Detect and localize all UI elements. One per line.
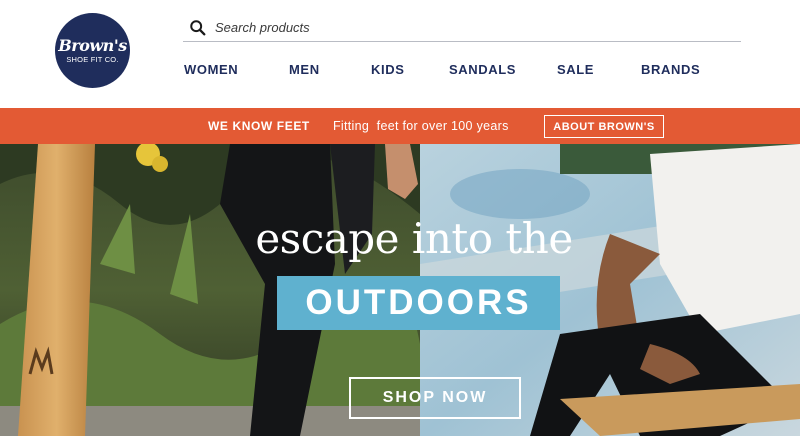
shop-now-button[interactable]: SHOP NOW [349, 377, 521, 419]
logo-tagline: SHOE FIT CO. [66, 54, 119, 64]
nav-item-kids[interactable]: KIDS [371, 62, 404, 77]
nav-item-sale[interactable]: SALE [557, 62, 594, 77]
hero-banner[interactable]: escape into the OUTDOORS SHOP NOW [0, 144, 800, 436]
nav-item-men[interactable]: MEN [289, 62, 320, 77]
nav-item-sandals[interactable]: SANDALS [449, 62, 516, 77]
search-input[interactable] [215, 20, 715, 35]
nav-item-brands[interactable]: BRANDS [641, 62, 700, 77]
nav-item-women[interactable]: WOMEN [184, 62, 238, 77]
search-icon[interactable] [189, 19, 207, 37]
promo-text: Fitting feet for over 100 years [333, 119, 509, 133]
search-bar[interactable] [183, 14, 741, 42]
main-nav: WOMEN MEN KIDS SANDALS SALE BRANDS [183, 62, 743, 80]
promo-title: WE KNOW FEET [208, 119, 310, 133]
promo-banner: WE KNOW FEET Fitting feet for over 100 y… [0, 108, 800, 144]
about-browns-button[interactable]: ABOUT BROWN'S [544, 115, 664, 138]
site-header: Brown's SHOE FIT CO. WOMEN MEN KIDS SAND… [0, 0, 800, 108]
logo-wordmark: Brown's [58, 35, 127, 55]
hero-headline: escape into the [255, 214, 573, 263]
hero-badge: OUTDOORS [277, 276, 560, 330]
brand-logo[interactable]: Brown's SHOE FIT CO. [55, 13, 130, 88]
